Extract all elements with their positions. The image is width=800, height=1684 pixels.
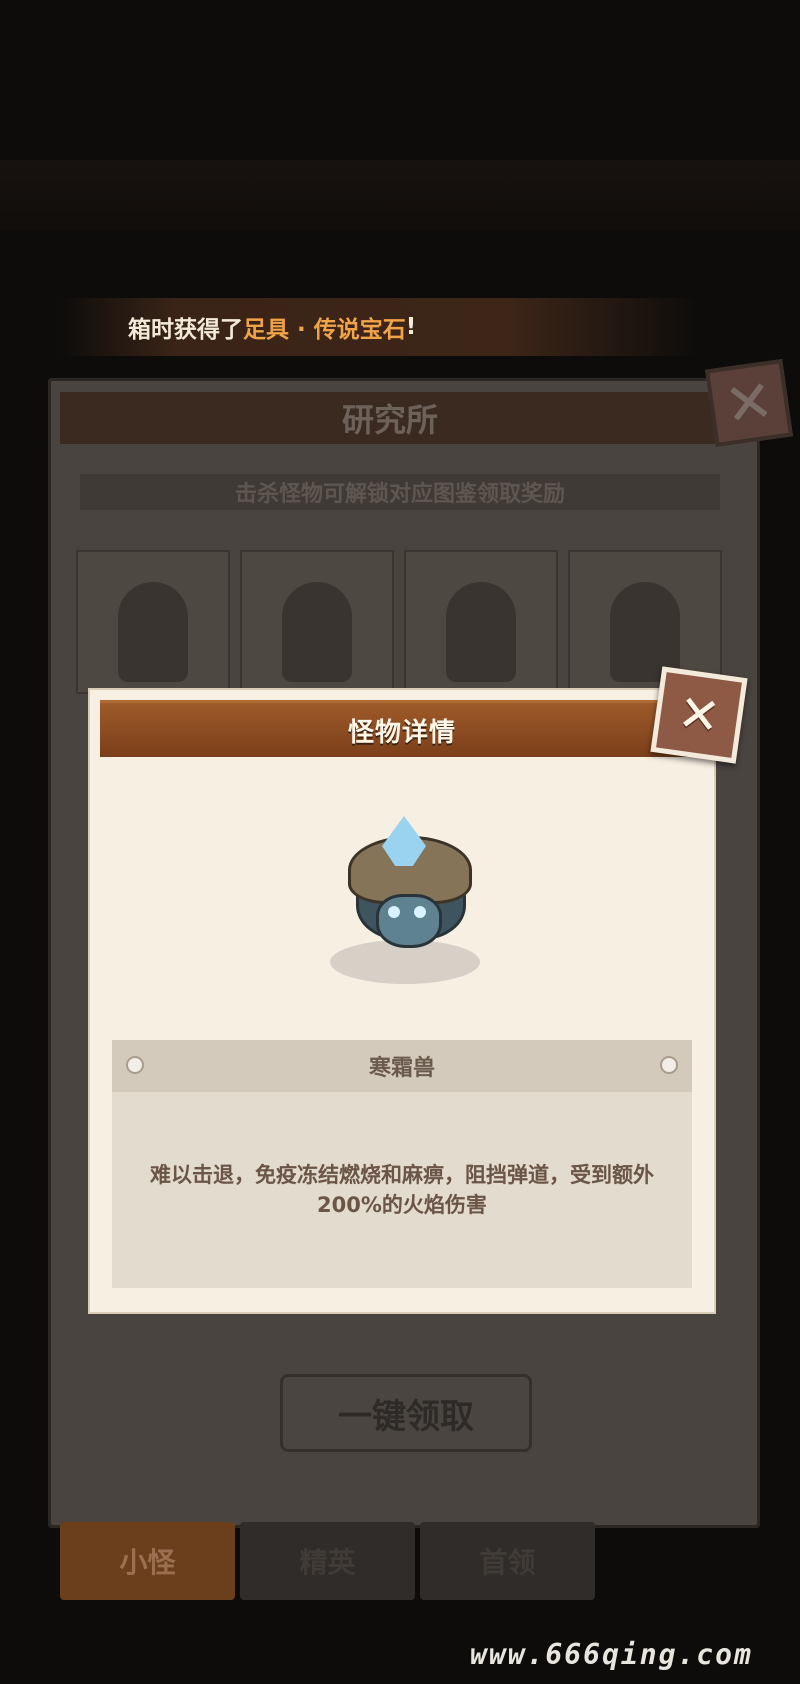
monster-detail-modal: 怪物详情 ✕ 寒霜兽 难以击退，免疫冻结燃烧和麻痹，阻挡弹道，受到额外200%的… bbox=[90, 666, 748, 1312]
research-panel-title: 研究所 bbox=[60, 392, 720, 444]
watermark: www.666qing.com bbox=[470, 1638, 753, 1671]
pin-icon bbox=[660, 1056, 678, 1074]
close-icon: ✕ bbox=[674, 683, 724, 747]
modal-title: 怪物详情 bbox=[100, 700, 704, 757]
monster-name-bar: 寒霜兽 bbox=[112, 1040, 692, 1092]
monster-portrait bbox=[118, 582, 188, 682]
notice-prefix: 箱时获得了 bbox=[128, 317, 243, 343]
modal-close-button[interactable]: ✕ bbox=[650, 666, 748, 764]
monster-portrait bbox=[446, 582, 516, 682]
monster-portrait-large bbox=[310, 810, 500, 990]
claim-all-button[interactable]: 一键领取 bbox=[280, 1374, 532, 1452]
notice-highlight: 足具 · 传说宝石 bbox=[243, 317, 406, 343]
tab-minions[interactable]: 小怪 bbox=[60, 1522, 235, 1600]
monster-name: 寒霜兽 bbox=[368, 1056, 435, 1081]
reward-notification: 箱时获得了 足具 · 传说宝石 ! bbox=[60, 298, 700, 356]
notice-suffix: ! bbox=[405, 314, 417, 340]
monster-eye bbox=[388, 906, 400, 918]
tab-elite[interactable]: 精英 bbox=[240, 1522, 415, 1600]
tab-boss[interactable]: 首领 bbox=[420, 1522, 595, 1600]
monster-description: 难以击退，免疫冻结燃烧和麻痹，阻挡弹道，受到额外200%的火焰伤害 bbox=[112, 1092, 692, 1288]
monster-head bbox=[376, 894, 442, 948]
monster-card[interactable] bbox=[404, 550, 558, 694]
pin-icon bbox=[126, 1056, 144, 1074]
monster-eye bbox=[414, 906, 426, 918]
monster-card[interactable] bbox=[240, 550, 394, 694]
monster-portrait bbox=[282, 582, 352, 682]
research-panel-subtitle: 击杀怪物可解锁对应图鉴领取奖励 bbox=[80, 474, 720, 510]
hud-bar-dimmed bbox=[0, 160, 800, 230]
monster-card[interactable] bbox=[76, 550, 230, 694]
panel-close-icon[interactable]: ✕ bbox=[704, 358, 794, 448]
